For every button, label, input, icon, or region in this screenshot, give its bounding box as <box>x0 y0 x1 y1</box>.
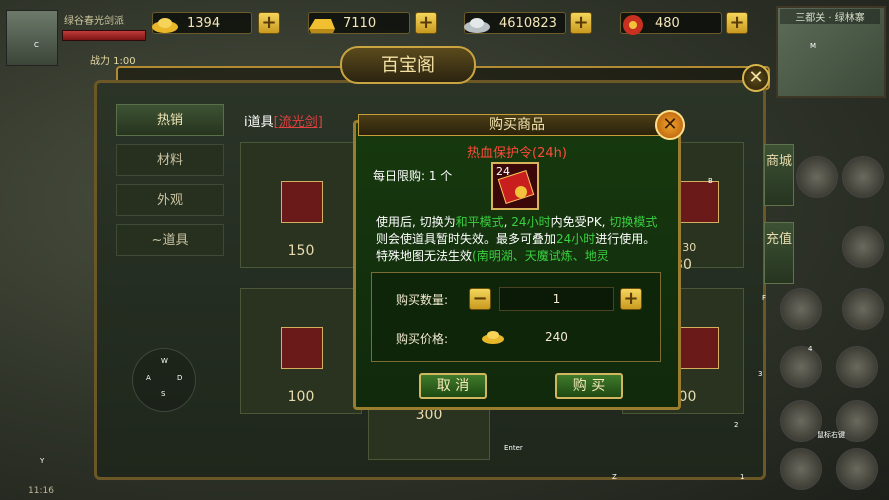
hint-key: M <box>810 42 817 50</box>
resource-gold-ingot: 1394 <box>152 10 252 36</box>
task-icon[interactable] <box>842 226 884 268</box>
category-tab-materials[interactable]: 材料 <box>116 144 224 176</box>
item-card[interactable]: 100 <box>240 288 362 414</box>
red-pouch-icon <box>623 15 643 35</box>
hint-key: F <box>762 294 767 302</box>
resource-value: 4610823 <box>499 15 557 31</box>
silver-ingot-icon <box>464 18 490 33</box>
panel-title: 百宝阁 <box>340 46 476 84</box>
category-tab-items[interactable]: ~道具 <box>116 224 224 256</box>
category-tab-hot[interactable]: 热销 <box>116 104 224 136</box>
resource-value: 1394 <box>187 15 221 31</box>
item-count: 24 <box>496 165 510 178</box>
hp-fill <box>63 31 145 40</box>
breadcrumb-prefix: i道具 <box>244 115 274 130</box>
breadcrumb-item-link[interactable]: [流光剑] <box>274 115 323 130</box>
gold-ingot-icon <box>482 331 504 344</box>
breadcrumb: i道具[流光剑] <box>244 111 323 130</box>
purchase-dialog-title: 购买商品 <box>358 114 676 136</box>
settings-icon[interactable] <box>842 156 884 198</box>
desc-highlight: 切换模式 <box>609 215 658 229</box>
item-icon <box>281 327 323 369</box>
desc-text: 使用后, 切换为 <box>376 215 456 229</box>
hint-key: Y <box>40 457 45 465</box>
equipment-icon[interactable] <box>780 400 822 442</box>
quantity-increase-button[interactable]: + <box>620 288 642 310</box>
item-icon <box>677 181 719 223</box>
tab-mall-label: 商城 <box>765 154 792 169</box>
item-icon <box>677 327 719 369</box>
map-name: 三都关 · 绿林寨 <box>780 9 880 24</box>
gold-bar-icon <box>309 19 335 33</box>
resource-red-pouch: 480 <box>620 10 722 36</box>
red-envelope-icon: 24 <box>491 162 539 210</box>
envelope-seal <box>515 186 527 198</box>
resource-silver-ingot: 4610823 <box>464 10 566 36</box>
hint-label: 鼠标右键 <box>817 431 845 439</box>
desc-text: 内免受PK, <box>550 215 610 229</box>
hint-key: Enter <box>504 444 523 452</box>
bag-icon[interactable] <box>780 448 822 490</box>
purchase-options-box <box>371 272 661 362</box>
purchase-dialog-close-button[interactable]: ✕ <box>655 110 685 140</box>
desc-highlight: 24小时 <box>511 215 551 229</box>
hint-key: D <box>177 374 183 382</box>
hint-key: 4 <box>808 345 813 353</box>
player-name: 绿谷春光剑派 <box>64 16 124 27</box>
clock: 11:16 <box>28 486 54 496</box>
hint-key: 2 <box>734 421 739 429</box>
quantity-label: 购买数量: <box>396 293 449 307</box>
resource-value: 480 <box>655 15 680 31</box>
add-gold-ingot-button[interactable]: + <box>258 12 280 34</box>
desc-highlight: (南明湖、天魔试炼、地灵 <box>472 249 609 263</box>
item-price: 150 <box>287 243 315 259</box>
quantity-decrease-button[interactable]: − <box>469 288 491 310</box>
item-price: 100 <box>287 389 315 405</box>
hint-key: W <box>161 357 168 365</box>
hint-key: C <box>34 41 39 49</box>
daily-limit: 每日限购: 1 个 <box>373 169 453 183</box>
category-tab-appearance[interactable]: 外观 <box>116 184 224 216</box>
price-value: 240 <box>545 330 568 344</box>
title-icon[interactable] <box>842 288 884 330</box>
buy-button[interactable]: 购 买 <box>555 373 623 399</box>
add-red-pouch-button[interactable]: + <box>726 12 748 34</box>
tab-recharge-label: 充值 <box>765 232 792 247</box>
pet-icon[interactable] <box>836 448 878 490</box>
gold-ingot-icon <box>152 18 178 33</box>
hint-key: S <box>161 390 166 398</box>
tab-mall[interactable]: 商城 <box>764 144 794 206</box>
desc-text: 则会使道具暂时失效。最多可叠加 <box>376 232 557 246</box>
player-power: 战力 1:00 <box>90 56 136 67</box>
price-label: 购买价格: <box>396 332 449 346</box>
resource-gold-bar: 7110 <box>308 10 410 36</box>
resource-value: 7110 <box>343 15 377 31</box>
desc-highlight: 和平模式 <box>455 215 504 229</box>
panel-close-button[interactable]: ✕ <box>742 64 770 92</box>
item-name: 热血保护令(24h) <box>467 146 567 161</box>
quantity-input[interactable]: 1 <box>499 287 614 311</box>
hint-key: B <box>708 177 713 185</box>
add-gold-bar-button[interactable]: + <box>415 12 437 34</box>
item-card[interactable]: 150 <box>240 142 362 268</box>
skill-button[interactable] <box>796 156 838 198</box>
tab-recharge[interactable]: 充值 <box>764 222 794 284</box>
team-icon[interactable] <box>780 346 822 388</box>
martial-icon[interactable] <box>836 346 878 388</box>
ranking-icon[interactable] <box>780 288 822 330</box>
desc-highlight: 24小时 <box>556 232 596 246</box>
player-hp-bar <box>62 30 146 41</box>
add-silver-button[interactable]: + <box>570 12 592 34</box>
cancel-button[interactable]: 取 消 <box>419 373 487 399</box>
hint-key: Z <box>612 473 617 481</box>
hint-key: 3 <box>758 370 763 378</box>
hint-key: A <box>146 374 151 382</box>
item-description: 使用后, 切换为和平模式, 24小时内免受PK, 切换模式则会使道具暂时失效。最… <box>376 214 666 268</box>
item-icon <box>281 181 323 223</box>
hint-key: 1 <box>740 473 745 481</box>
player-avatar[interactable] <box>6 10 58 66</box>
